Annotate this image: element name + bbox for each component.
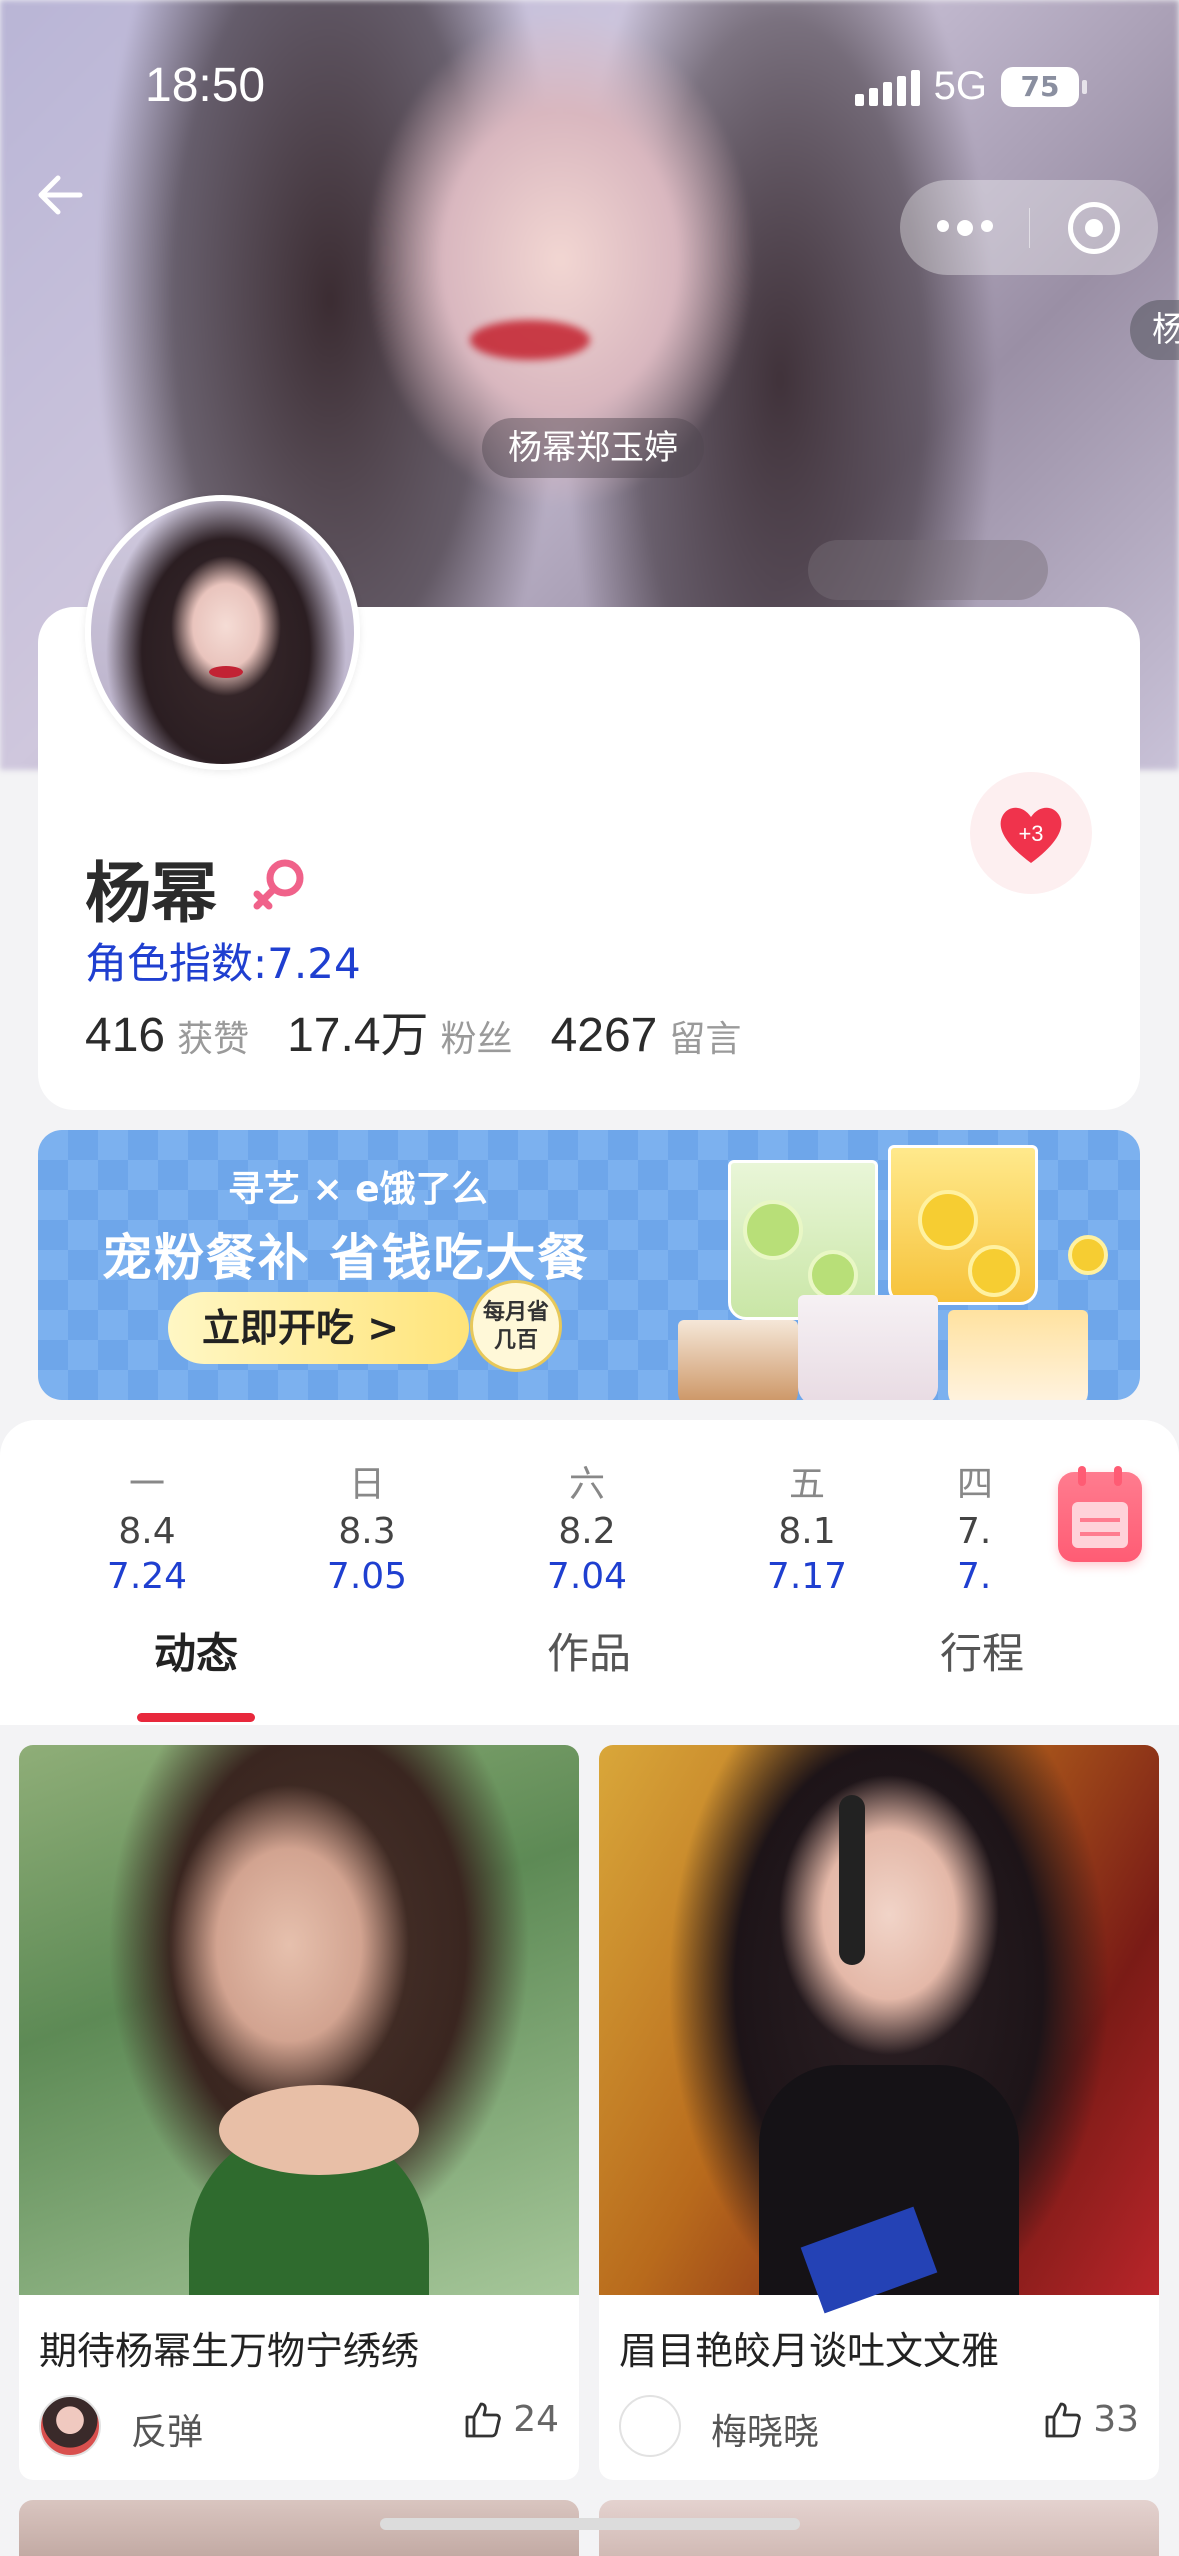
daily-index-strip: 一 8.4 7.24 日 8.3 7.05 六 8.2 7.04 五 8.1 7…: [0, 1455, 1179, 1597]
feed-card-like-count: 33: [1093, 2399, 1139, 2440]
feed-card-image: [599, 1745, 1159, 2314]
hero-name-tag[interactable]: 杨幂郑玉婷: [482, 418, 704, 478]
tab-works[interactable]: 作品: [547, 1620, 631, 1681]
status-time: 18:50: [145, 59, 266, 112]
battery-icon: 75: [1001, 66, 1087, 107]
fans-count: 17.4万: [287, 1009, 429, 1062]
feed-card[interactable]: 期待杨幂生万物宁绣绣 反弹 24: [19, 1745, 579, 2480]
feed-card-like-count: 24: [513, 2399, 559, 2440]
banner-stamp: 每月省几百: [470, 1280, 562, 1372]
day-value: 7.17: [766, 1556, 848, 1597]
battery-level: 75: [1020, 70, 1060, 103]
role-index-label: 角色指数:: [85, 939, 268, 988]
feed-card-user[interactable]: 梅晓晓: [711, 2403, 819, 2455]
promo-banner[interactable]: 寻艺 × e饿了么 宠粉餐补 省钱吃大餐 立即开吃 > 每月省几百: [38, 1130, 1140, 1400]
home-indicator: [380, 2518, 800, 2530]
thumbs-up-icon: [465, 2402, 501, 2437]
calendar-icon[interactable]: [1058, 1466, 1142, 1562]
day-date: 8.4: [118, 1511, 176, 1552]
profile-stats: 416 获赞 17.4万 粉丝 4267 留言: [85, 995, 741, 1065]
day-date: 8.3: [338, 1511, 396, 1552]
day-item[interactable]: 六 8.2 7.04: [517, 1455, 657, 1597]
day-weekday: 日: [348, 1464, 385, 1505]
likes-label: 获赞: [177, 1019, 250, 1060]
role-index: 角色指数:7.24: [85, 930, 361, 991]
day-weekday: 六: [568, 1464, 605, 1505]
network-type: 5G: [933, 64, 987, 108]
lemon-slice-image: [1068, 1235, 1108, 1275]
day-value: 7.05: [326, 1556, 408, 1597]
female-icon: [245, 850, 315, 920]
comments-count: 4267: [550, 1009, 658, 1062]
day-date: 7.: [957, 1511, 992, 1552]
feed-card-user[interactable]: 反弹: [131, 2403, 203, 2455]
tab-schedule[interactable]: 行程: [940, 1620, 1024, 1681]
avatar[interactable]: [619, 2395, 681, 2457]
feed-card-title: 眉目艳皎月谈吐文文雅: [619, 2329, 1000, 2373]
feed-card[interactable]: 眉目艳皎月谈吐文文雅 梅晓晓 33: [599, 1745, 1159, 2480]
hero-blurred-pill: [808, 540, 1048, 600]
comments-label: 留言: [669, 1019, 742, 1060]
banner-eat-button[interactable]: 立即开吃 >: [168, 1292, 470, 1364]
lemon-slice-image: [968, 1245, 1020, 1297]
day-value: 7.04: [546, 1556, 628, 1597]
day-item[interactable]: 一 8.4 7.24: [77, 1455, 217, 1597]
feed-card-image: [19, 1745, 579, 2295]
fans-label: 粉丝: [440, 1019, 513, 1060]
status-indicators: 5G 75: [854, 64, 1087, 109]
likes-stat: 416 获赞: [85, 1008, 249, 1063]
feed-card-like[interactable]: 33: [1043, 2399, 1139, 2440]
tab-dynamics[interactable]: 动态: [154, 1620, 238, 1681]
heart-like-button[interactable]: +3: [970, 772, 1092, 894]
day-date: 8.1: [778, 1511, 836, 1552]
day-weekday: 四: [957, 1464, 994, 1505]
thumbs-up-icon: [1045, 2402, 1081, 2437]
active-tab-indicator: [137, 1713, 255, 1722]
milk-tea-cup-image: [798, 1295, 938, 1400]
fans-stat[interactable]: 17.4万 粉丝: [287, 995, 512, 1065]
banner-subtitle: 寻艺 × e饿了么: [228, 1169, 488, 1210]
feed-card-title: 期待杨幂生万物宁绣绣: [39, 2329, 420, 2373]
mango-dessert-image: [948, 1310, 1088, 1400]
lime-slice-image: [743, 1200, 803, 1260]
day-date: 8.2: [558, 1511, 616, 1552]
signal-icon: [854, 68, 920, 106]
more-dots-icon[interactable]: [900, 219, 1029, 236]
day-item[interactable]: 四 7. 7.: [957, 1455, 1017, 1597]
close-target-icon[interactable]: [1030, 201, 1158, 254]
content-tabs: 动态 作品 行程: [0, 1620, 1179, 1720]
avatar[interactable]: [39, 2395, 101, 2457]
lemon-slice-image: [918, 1190, 978, 1250]
back-arrow-icon[interactable]: [30, 160, 100, 230]
mini-program-capsule: [900, 180, 1158, 275]
dessert-cup-image: [678, 1320, 798, 1400]
day-value: 7.24: [106, 1556, 188, 1597]
day-weekday: 一: [128, 1464, 165, 1505]
role-index-value: 7.24: [267, 939, 361, 988]
heart-badge: +3: [1018, 821, 1043, 846]
avatar[interactable]: [85, 495, 360, 770]
feed-card-like[interactable]: 24: [463, 2399, 559, 2440]
hero-image-detail: [470, 320, 590, 360]
heart-icon: +3: [1000, 807, 1062, 863]
day-weekday: 五: [788, 1464, 825, 1505]
likes-count: 416: [85, 1009, 166, 1062]
profile-name: 杨幂: [85, 855, 217, 932]
comments-stat[interactable]: 4267 留言: [551, 1008, 742, 1063]
day-item[interactable]: 日 8.3 7.05: [297, 1455, 437, 1597]
lime-slice-image: [808, 1250, 858, 1300]
day-item[interactable]: 五 8.1 7.17: [737, 1455, 877, 1597]
day-value: 7.: [957, 1556, 992, 1597]
